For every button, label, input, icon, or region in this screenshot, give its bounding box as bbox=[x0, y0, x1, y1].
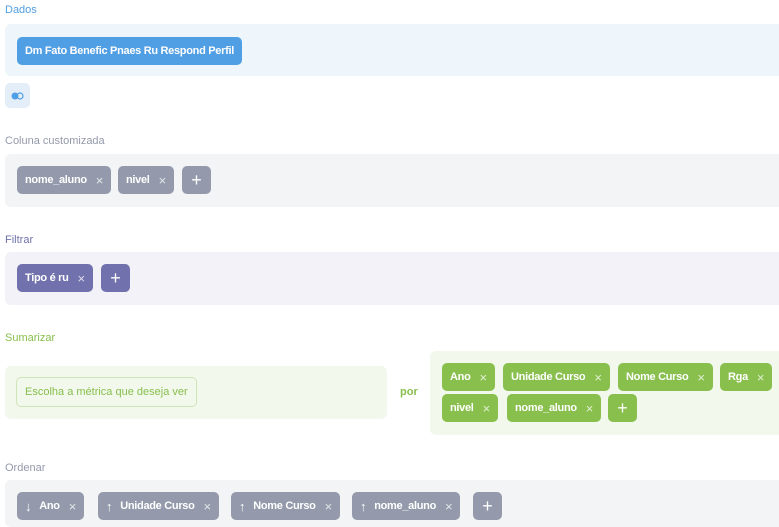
chip-label: Ano bbox=[450, 371, 471, 383]
chip-label: Unidade Curso bbox=[120, 500, 195, 512]
sort-panel: ↓ Ano × ↑ Unidade Curso × ↑ Nome Curso ×… bbox=[5, 480, 779, 527]
remove-icon[interactable]: × bbox=[445, 499, 453, 514]
metric-placeholder-button[interactable]: Escolha a métrica que deseja ver bbox=[16, 377, 197, 407]
plus-icon: + bbox=[617, 397, 628, 418]
section-title-dados: Dados bbox=[5, 4, 37, 16]
group-by-chip[interactable]: Nome Curso × bbox=[618, 363, 713, 391]
chip-label: Nome Curso bbox=[626, 371, 689, 383]
chip-label: Nome Curso bbox=[253, 500, 316, 512]
filter-chip[interactable]: Tipo é ru × bbox=[17, 264, 93, 292]
chip-label: nivel bbox=[450, 402, 474, 414]
by-label: por bbox=[400, 386, 418, 398]
remove-icon[interactable]: × bbox=[594, 370, 602, 385]
remove-icon[interactable]: × bbox=[483, 401, 491, 416]
group-by-chip[interactable]: Ano × bbox=[442, 363, 495, 391]
data-source-label: Dm Fato Benefic Pnaes Ru Respond Perfil bbox=[25, 45, 234, 57]
add-group-by-button[interactable]: + bbox=[608, 394, 637, 422]
section-title-summarize: Sumarizar bbox=[5, 332, 56, 344]
group-by-chip[interactable]: Unidade Curso × bbox=[503, 363, 610, 391]
group-by-chip[interactable]: nivel × bbox=[442, 394, 498, 422]
sort-chip[interactable]: ↑ Unidade Curso × bbox=[98, 492, 219, 520]
metric-panel: Escolha a métrica que deseja ver bbox=[5, 366, 387, 419]
chip-label: nome_aluno bbox=[374, 500, 436, 512]
custom-column-panel: nome_aluno × nivel × + bbox=[5, 154, 779, 207]
remove-icon[interactable]: × bbox=[697, 370, 705, 385]
arrow-up-icon: ↑ bbox=[106, 498, 113, 514]
metric-placeholder-label: Escolha a métrica que deseja ver bbox=[25, 386, 188, 398]
group-by-chip[interactable]: Rga × bbox=[720, 363, 773, 391]
arrow-up-icon: ↑ bbox=[360, 498, 367, 514]
remove-icon[interactable]: × bbox=[325, 499, 333, 514]
remove-icon[interactable]: × bbox=[159, 173, 167, 188]
toggle-preview-button[interactable] bbox=[5, 83, 30, 108]
chip-label: Ano bbox=[39, 500, 60, 512]
custom-column-chip[interactable]: nivel × bbox=[118, 166, 174, 194]
plus-icon: + bbox=[482, 495, 493, 516]
section-title-sort: Ordenar bbox=[5, 462, 46, 474]
chip-label: Tipo é ru bbox=[25, 272, 69, 284]
group-by-panel: Ano × Unidade Curso × Nome Curso × Rga ×… bbox=[430, 351, 779, 435]
section-title-filter: Filtrar bbox=[5, 234, 34, 246]
sort-chip[interactable]: ↓ Ano × bbox=[17, 492, 84, 520]
group-by-chip[interactable]: nome_aluno × bbox=[507, 394, 602, 422]
chip-label: nome_aluno bbox=[25, 174, 87, 186]
arrow-up-icon: ↑ bbox=[239, 498, 246, 514]
add-sort-button[interactable]: + bbox=[473, 492, 502, 520]
chip-label: nome_aluno bbox=[515, 402, 577, 414]
sort-chip[interactable]: ↑ nome_aluno × bbox=[352, 492, 461, 520]
remove-icon[interactable]: × bbox=[757, 370, 765, 385]
custom-column-chip[interactable]: nome_aluno × bbox=[17, 166, 112, 194]
chip-label: nivel bbox=[126, 174, 150, 186]
sort-chip[interactable]: ↑ Nome Curso × bbox=[231, 492, 340, 520]
plus-icon: + bbox=[110, 267, 121, 288]
dados-panel: Dm Fato Benefic Pnaes Ru Respond Perfil bbox=[5, 24, 779, 76]
add-custom-column-button[interactable]: + bbox=[182, 166, 211, 194]
arrow-down-icon: ↓ bbox=[25, 498, 32, 514]
add-filter-button[interactable]: + bbox=[101, 264, 130, 292]
remove-icon[interactable]: × bbox=[204, 499, 212, 514]
data-source-button[interactable]: Dm Fato Benefic Pnaes Ru Respond Perfil bbox=[17, 37, 242, 65]
plus-icon: + bbox=[191, 169, 202, 190]
remove-icon[interactable]: × bbox=[69, 499, 77, 514]
remove-icon[interactable]: × bbox=[586, 401, 594, 416]
chip-label: Rga bbox=[728, 371, 748, 383]
chip-label: Unidade Curso bbox=[511, 371, 586, 383]
toggle-icon bbox=[11, 91, 24, 100]
remove-icon[interactable]: × bbox=[78, 271, 86, 286]
section-title-custom-column: Coluna customizada bbox=[5, 135, 105, 147]
remove-icon[interactable]: × bbox=[96, 173, 104, 188]
filter-panel: Tipo é ru × + bbox=[5, 252, 779, 305]
remove-icon[interactable]: × bbox=[479, 370, 487, 385]
